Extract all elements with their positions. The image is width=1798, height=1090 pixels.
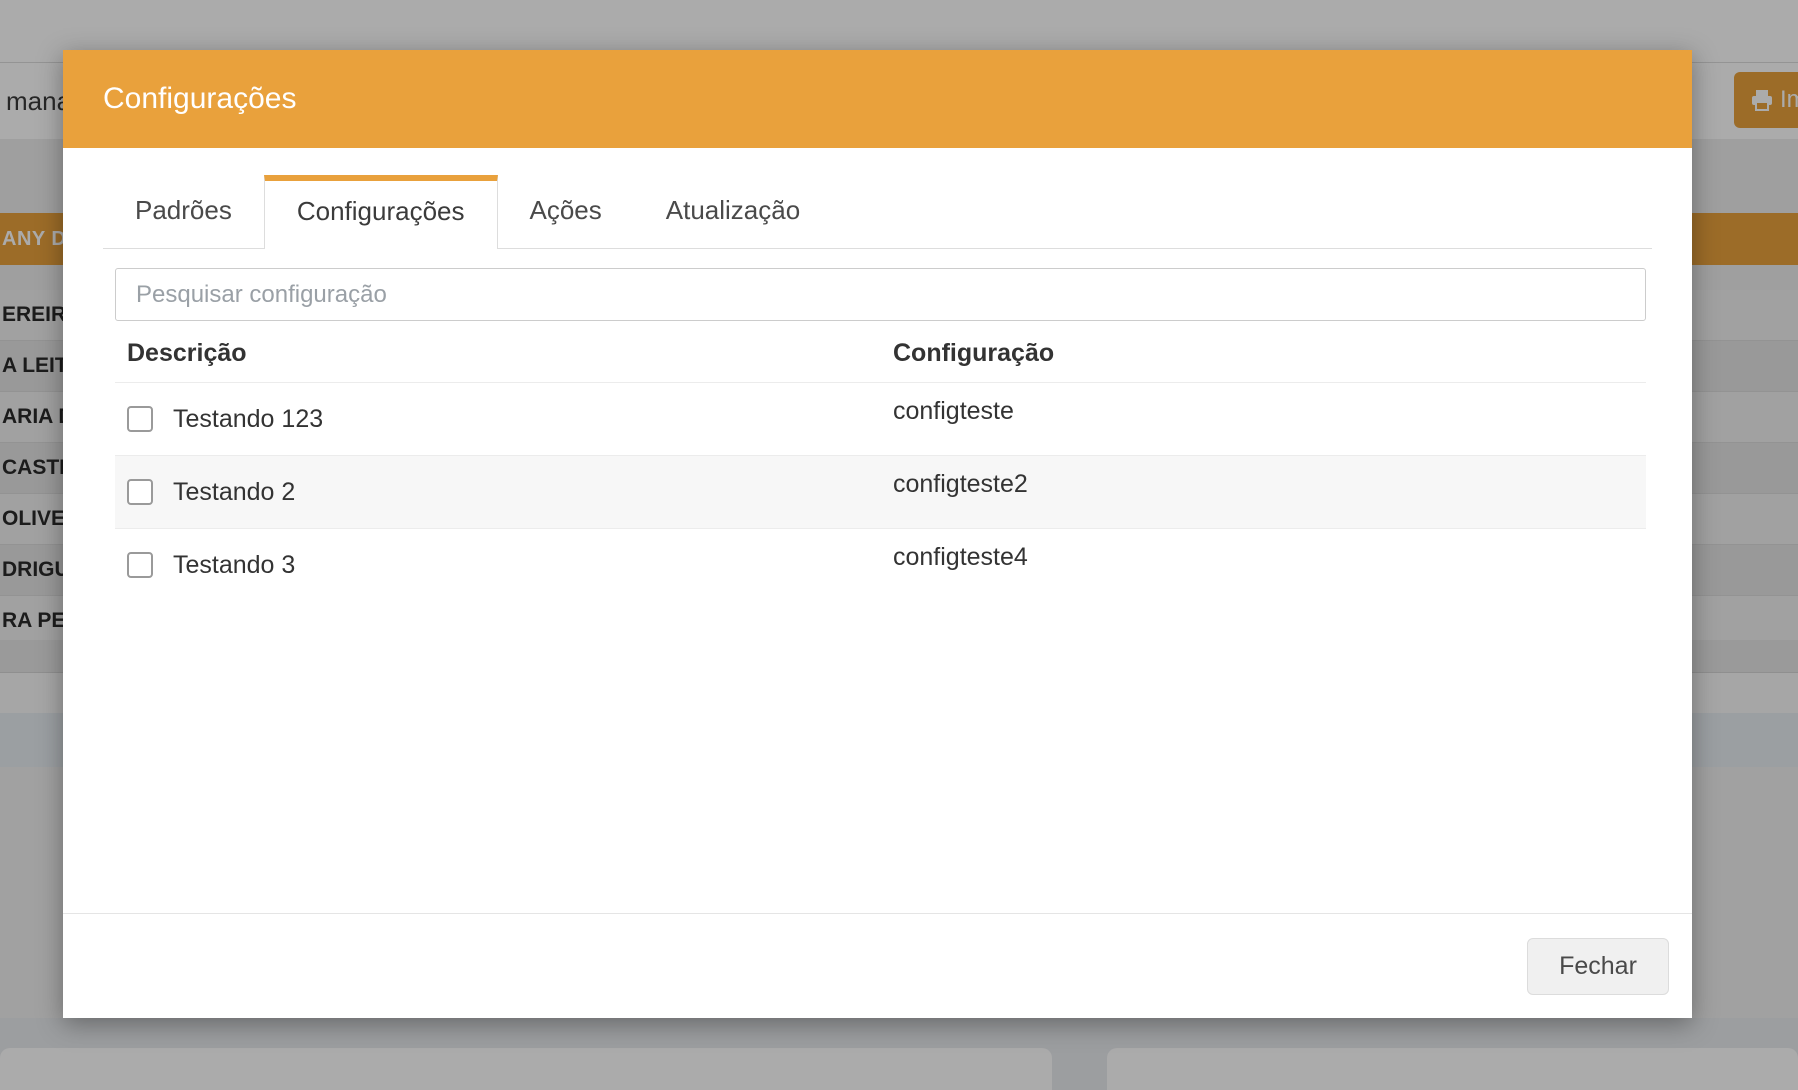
tab-bar: Padrões Configurações Ações Atualização — [103, 175, 1652, 249]
modal-footer: Fechar — [63, 913, 1692, 1018]
row-config-value: configteste2 — [893, 470, 1028, 498]
table-row: Testando 3 configteste4 — [115, 528, 1646, 601]
screen: mana Im ANY DA EREIRA A LEITE ARIA D CAS… — [0, 0, 1798, 1090]
row-checkbox[interactable] — [127, 406, 153, 432]
column-header-descricao: Descrição — [115, 339, 893, 368]
tab-acoes[interactable]: Ações — [498, 175, 634, 248]
search-wrap — [115, 268, 1646, 321]
row-checkbox[interactable] — [127, 479, 153, 505]
tab-configuracoes[interactable]: Configurações — [264, 175, 498, 249]
settings-modal: Configurações Padrões Configurações Açõe… — [63, 50, 1692, 1018]
row-config-value: configteste4 — [893, 543, 1028, 571]
column-header-configuracao: Configuração — [893, 339, 1646, 368]
close-button[interactable]: Fechar — [1527, 938, 1669, 995]
row-config-value: configteste — [893, 397, 1014, 425]
config-table: Descrição Configuração Testando 123 conf… — [115, 339, 1646, 601]
search-input[interactable] — [115, 268, 1646, 321]
row-checkbox[interactable] — [127, 552, 153, 578]
table-row: Testando 123 configteste — [115, 382, 1646, 455]
row-description: Testando 123 — [173, 405, 323, 434]
table-row: Testando 2 configteste2 — [115, 455, 1646, 528]
row-description: Testando 3 — [173, 551, 295, 580]
modal-header: Configurações — [63, 50, 1692, 148]
modal-title: Configurações — [63, 82, 296, 116]
tab-padroes[interactable]: Padrões — [103, 175, 264, 248]
table-head: Descrição Configuração — [115, 339, 1646, 382]
row-description: Testando 2 — [173, 478, 295, 507]
tab-atualizacao[interactable]: Atualização — [634, 175, 832, 248]
